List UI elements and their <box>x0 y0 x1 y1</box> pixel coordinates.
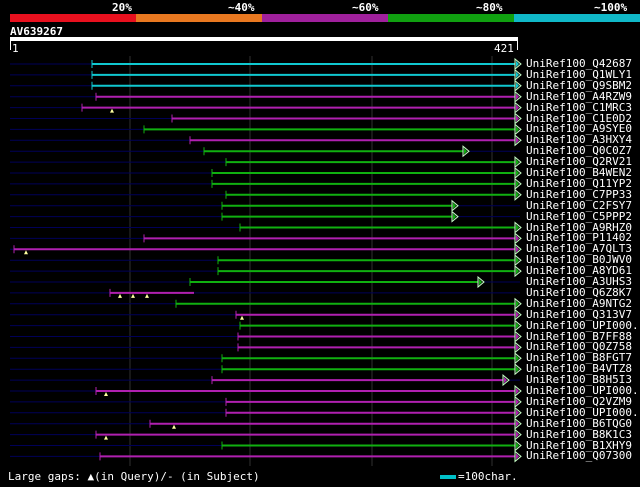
gap-marker-icon <box>118 293 122 298</box>
hit-label[interactable]: UniRef100_Q07300 <box>526 450 632 461</box>
scale-key-swatch <box>440 475 456 479</box>
hit-label[interactable]: UniRef100_C1MRC3 <box>526 102 632 113</box>
gap-marker-icon <box>145 293 149 298</box>
hit-label[interactable]: UniRef100_UPI000... <box>526 320 640 331</box>
scale-key-legend: =100char. <box>440 470 518 483</box>
gap-marker-icon <box>104 392 108 396</box>
hit-label[interactable]: UniRef100_C5PPP2 <box>526 211 632 222</box>
large-gaps-legend: Large gaps: ▲(in Query)/- (in Subject) <box>8 470 260 483</box>
hit-label[interactable]: UniRef100_B8K1C3 <box>526 429 632 440</box>
gap-marker-icon <box>104 435 108 440</box>
gap-marker-icon <box>24 250 28 255</box>
scale-key-text: =100char. <box>458 470 518 483</box>
gap-marker-icon <box>131 293 135 298</box>
gap-marker-icon <box>240 315 244 320</box>
gap-marker-icon <box>110 108 114 113</box>
gap-marker-icon <box>172 424 176 429</box>
